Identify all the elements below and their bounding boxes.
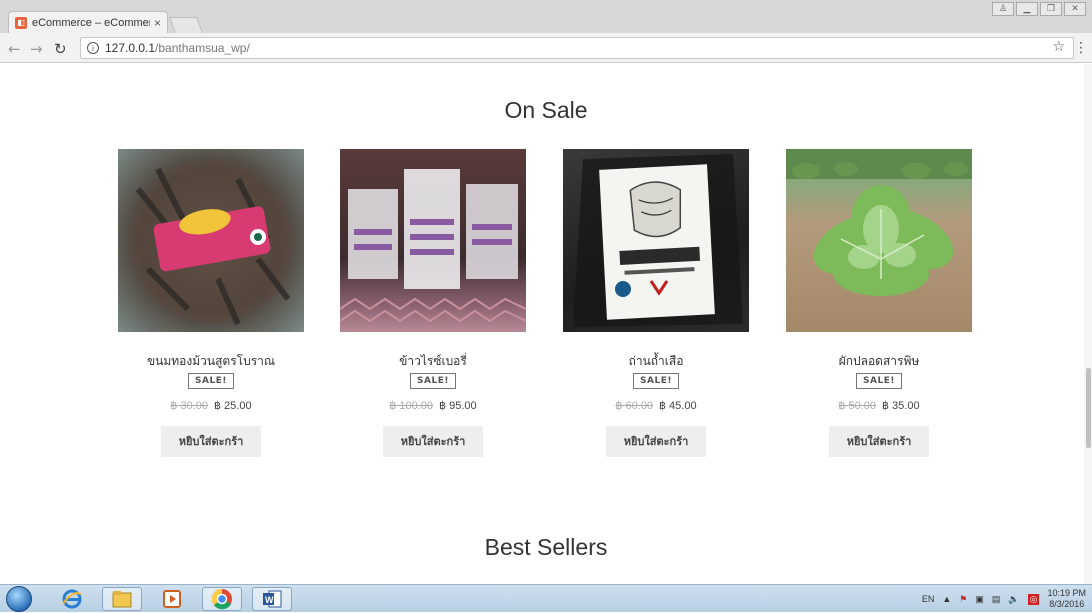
device-icon[interactable]: ▣ — [975, 594, 984, 605]
minimize-button[interactable]: ▁ — [1016, 2, 1038, 16]
new-tab-button[interactable] — [169, 17, 203, 33]
network-icon[interactable]: ▤ — [992, 594, 1001, 605]
add-to-cart-button[interactable]: หยิบใส่ตะกร้า — [829, 426, 929, 457]
charcoal-bag-image — [573, 154, 743, 327]
window-controls: ♙ ▁ ❐ ✕ — [992, 2, 1086, 16]
clock-time: 10:19 PM — [1047, 588, 1086, 598]
start-button[interactable] — [6, 586, 32, 612]
windows-taskbar: W EN ▲ ⚑ ▣ ▤ 🔈 ◎ 10:19 PM 8/3/2016 — [0, 584, 1092, 612]
product-card: ขนมทองม้วนสูตรโบราณ SALE! ฿ 30.00 ฿ 25.00… — [118, 149, 304, 457]
price-row: ฿ 50.00 ฿ 35.00 — [786, 399, 972, 412]
product-card: ถ่านถ้ำเสือ SALE! ฿ 60.00 ฿ 45.00 หยิบใส่… — [563, 149, 749, 457]
volume-icon[interactable]: 🔈 — [1008, 594, 1019, 605]
add-to-cart-button[interactable]: หยิบใส่ตะกร้า — [161, 426, 261, 457]
sale-price: ฿ 25.00 — [214, 400, 252, 412]
sale-price: ฿ 95.00 — [439, 400, 477, 412]
vegetable-field-image — [786, 149, 972, 296]
antivirus-icon[interactable]: ◎ — [1027, 593, 1040, 605]
url-text: 127.0.0.1/banthamsua_wp/ — [105, 41, 250, 55]
price-row: ฿ 30.00 ฿ 25.00 — [118, 399, 304, 412]
sale-badge: SALE! — [410, 373, 456, 389]
tab-close-icon[interactable]: × — [154, 16, 161, 30]
info-icon[interactable]: i — [87, 42, 99, 54]
on-sale-heading: On Sale — [504, 97, 588, 123]
internet-explorer-icon[interactable] — [52, 587, 92, 611]
bookmark-star-icon[interactable]: ☆ — [1052, 39, 1065, 55]
old-price: ฿ 60.00 — [615, 400, 653, 412]
sale-price: ฿ 45.00 — [659, 400, 697, 412]
word-icon[interactable]: W — [252, 587, 292, 611]
old-price: ฿ 50.00 — [838, 400, 876, 412]
product-name[interactable]: ผักปลอดสารพิษ — [786, 352, 972, 368]
sale-badge: SALE! — [633, 373, 679, 389]
file-explorer-icon[interactable] — [102, 587, 142, 611]
product-image[interactable] — [563, 149, 749, 332]
rice-bags-image — [340, 169, 526, 323]
forward-arrow-icon[interactable]: → — [30, 40, 43, 58]
clock[interactable]: 10:19 PM 8/3/2016 — [1047, 588, 1086, 610]
svg-text:W: W — [265, 595, 274, 605]
product-image[interactable] — [340, 149, 526, 332]
tab-title: eCommerce – eCommerce — [32, 16, 150, 29]
product-name[interactable]: ถ่านถ้ำเสือ — [563, 352, 749, 368]
reload-icon[interactable]: ↻ — [54, 40, 67, 58]
product-card: ข้าวไรซ์เบอรี่ SALE! ฿ 100.00 ฿ 95.00 หยิ… — [340, 149, 526, 457]
price-row: ฿ 100.00 ฿ 95.00 — [340, 399, 526, 412]
chrome-icon[interactable] — [202, 587, 242, 611]
close-window-button[interactable]: ✕ — [1064, 2, 1086, 16]
sale-price: ฿ 35.00 — [882, 400, 920, 412]
clock-date: 8/3/2016 — [1049, 599, 1085, 609]
old-price: ฿ 100.00 — [389, 400, 434, 412]
scrollbar-thumb[interactable] — [1086, 368, 1091, 448]
flag-icon[interactable]: ⚑ — [959, 594, 967, 605]
sale-badge: SALE! — [856, 373, 902, 389]
show-hidden-icons-icon[interactable]: ▲ — [942, 594, 951, 604]
product-name[interactable]: ขนมทองม้วนสูตรโบราณ — [118, 352, 304, 368]
product-image[interactable] — [786, 149, 972, 332]
old-price: ฿ 30.00 — [170, 400, 208, 412]
url-input[interactable]: i 127.0.0.1/banthamsua_wp/ ☆ — [80, 37, 1074, 59]
address-toolbar: ← → ↻ i 127.0.0.1/banthamsua_wp/ ☆ ⋮ — [0, 33, 1092, 63]
browser-menu-icon[interactable]: ⋮ — [1074, 40, 1088, 56]
back-arrow-icon[interactable]: ← — [8, 40, 21, 58]
price-row: ฿ 60.00 ฿ 45.00 — [563, 399, 749, 412]
sale-badge: SALE! — [188, 373, 234, 389]
best-sellers-heading: Best Sellers — [484, 534, 608, 560]
site-favicon-icon: ◧ — [15, 16, 27, 29]
system-tray: EN ▲ ⚑ ▣ ▤ 🔈 ◎ 10:19 PM 8/3/2016 — [922, 585, 1086, 613]
product-name[interactable]: ข้าวไรซ์เบอรี่ — [340, 352, 526, 368]
add-to-cart-button[interactable]: หยิบใส่ตะกร้า — [606, 426, 706, 457]
product-card: ผักปลอดสารพิษ SALE! ฿ 50.00 ฿ 35.00 หยิบใ… — [786, 149, 972, 457]
browser-tab[interactable]: ◧ eCommerce – eCommerce × — [8, 11, 168, 33]
user-icon[interactable]: ♙ — [992, 2, 1014, 16]
add-to-cart-button[interactable]: หยิบใส่ตะกร้า — [383, 426, 483, 457]
maximize-button[interactable]: ❐ — [1040, 2, 1062, 16]
snack-jar-image — [129, 159, 293, 326]
page-content: On Sale ขนมทองม้วนสูตรโบราณ SALE! ฿ 30.0… — [0, 64, 1092, 584]
browser-tab-bar: ◧ eCommerce – eCommerce × ♙ ▁ ❐ ✕ — [0, 0, 1092, 33]
language-indicator[interactable]: EN — [922, 594, 935, 604]
media-player-icon[interactable] — [152, 587, 192, 611]
product-image[interactable] — [118, 149, 304, 332]
page-scrollbar[interactable] — [1084, 64, 1092, 584]
